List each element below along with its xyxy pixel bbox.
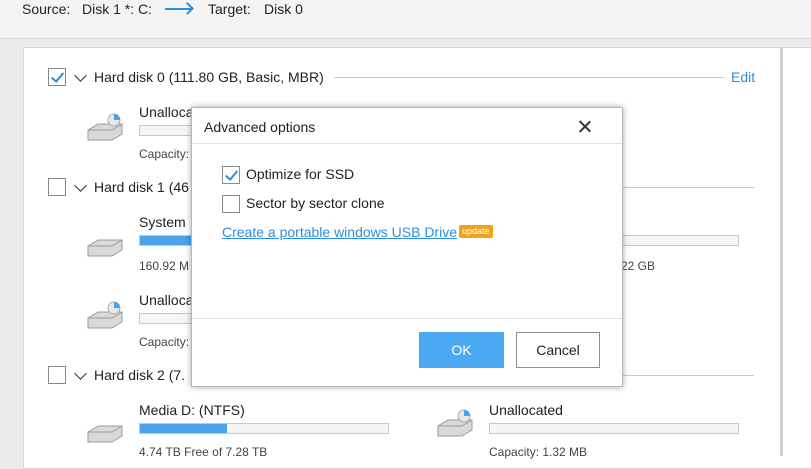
divider xyxy=(622,375,754,376)
partition-capacity: Capacity: xyxy=(139,147,190,161)
hard-drive-icon xyxy=(87,301,123,329)
ok-button[interactable]: OK xyxy=(419,332,504,368)
optimize-ssd-checkbox[interactable] xyxy=(222,166,240,184)
partition-capacity: Capacity: xyxy=(139,335,190,349)
disk-0-checkbox[interactable] xyxy=(48,68,66,86)
update-badge: update xyxy=(459,225,493,238)
sector-clone-label[interactable]: Sector by sector clone xyxy=(246,195,385,211)
partition-name: Unallocated xyxy=(489,402,563,418)
partition-name: Unalloca xyxy=(139,104,194,120)
partition-name: Unalloca xyxy=(139,292,194,308)
partition-capacity: 22 GB xyxy=(621,259,656,273)
cancel-button[interactable]: Cancel xyxy=(516,332,600,368)
target-value: Disk 0 xyxy=(264,1,303,17)
hard-drive-icon xyxy=(87,113,123,141)
divider xyxy=(192,318,622,319)
divider xyxy=(334,77,724,78)
hard-drive-icon xyxy=(437,409,473,437)
source-target-bar: Source: Disk 1 *: C: Target: Disk 0 xyxy=(0,0,811,39)
disk-1-title: Hard disk 1 (46 xyxy=(94,179,189,195)
partition-name: System xyxy=(139,214,186,230)
disk-0-title: Hard disk 0 (111.80 GB, Basic, MBR) xyxy=(94,69,324,85)
divider xyxy=(192,143,622,144)
partition-usage-bar xyxy=(489,423,739,434)
advanced-options-dialog: Advanced options Optimize for SSD Sector… xyxy=(191,107,623,387)
partition-usage-bar xyxy=(621,235,739,246)
target-label: Target: xyxy=(208,1,251,17)
dialog-title: Advanced options xyxy=(204,119,316,135)
disk-2-checkbox[interactable] xyxy=(48,366,66,384)
partition-usage-bar xyxy=(139,125,199,136)
source-value: Disk 1 *: C: xyxy=(82,1,153,17)
arrow-right-icon xyxy=(165,8,191,10)
divider xyxy=(622,187,754,188)
partition-usage-bar xyxy=(139,235,199,246)
partition-capacity: Capacity: 1.32 MB xyxy=(489,445,588,459)
sector-clone-checkbox[interactable] xyxy=(222,195,240,213)
source-label: Source: xyxy=(22,1,71,17)
partition-capacity: 160.92 M xyxy=(139,259,190,273)
close-icon[interactable] xyxy=(576,118,594,136)
vertical-scrollbar[interactable] xyxy=(780,48,783,456)
partition-capacity: 4.74 TB Free of 7.28 TB xyxy=(139,445,268,459)
optimize-ssd-label[interactable]: Optimize for SSD xyxy=(246,166,354,182)
partition-usage-bar xyxy=(139,423,389,434)
hard-drive-icon xyxy=(87,239,123,257)
disk-1-checkbox[interactable] xyxy=(48,178,66,196)
hard-drive-icon xyxy=(87,425,123,443)
create-usb-link[interactable]: Create a portable windows USB Drive xyxy=(222,224,457,240)
partition-usage-bar xyxy=(139,313,199,324)
partition-name: Media D: (NTFS) xyxy=(139,402,245,418)
disk-2-title: Hard disk 2 (7. xyxy=(94,367,186,383)
edit-link[interactable]: Edit xyxy=(731,69,755,85)
